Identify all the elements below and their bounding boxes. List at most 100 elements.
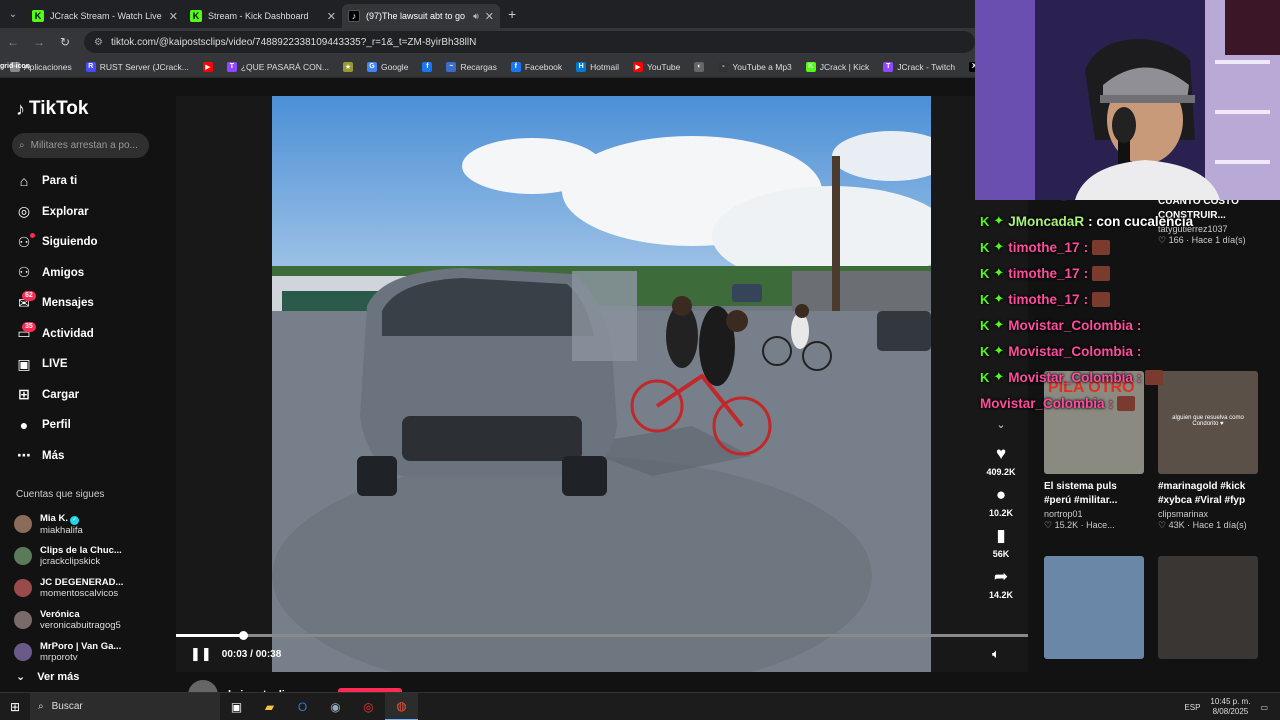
live-icon: ▣ bbox=[17, 355, 31, 372]
share-button[interactable]: ➦ 14.2K bbox=[980, 566, 1022, 600]
like-button[interactable]: ♥ 409.2K bbox=[980, 443, 1022, 477]
account-name-text: Clips de la Chuc... bbox=[40, 545, 122, 556]
outlook-icon[interactable]: O bbox=[286, 693, 319, 720]
address-input[interactable]: ⚙ tiktok.com/@kaipostsclips/video/748892… bbox=[84, 31, 975, 53]
nav-item-siguiendo[interactable]: ⚇ Siguiendo bbox=[16, 227, 166, 258]
tab-search-button[interactable]: ⌄ bbox=[0, 0, 26, 28]
video-thumbnail[interactable] bbox=[1044, 556, 1144, 659]
taskbar-search[interactable]: ⌕ Buscar bbox=[30, 692, 220, 720]
obs-icon[interactable]: ◎ bbox=[352, 693, 385, 720]
bookmark-item[interactable]: grid-icon Aplicaciones bbox=[0, 61, 72, 72]
bookmark-label: Hotmail bbox=[590, 61, 619, 72]
video-frame[interactable] bbox=[272, 96, 931, 672]
bookmark-item[interactable]: ★ bbox=[343, 61, 354, 72]
nav-item-explorar[interactable]: ◎ Explorar bbox=[16, 197, 166, 228]
nav-item-live[interactable]: ▣ LIVE bbox=[16, 349, 166, 380]
webcam-scene bbox=[975, 0, 1280, 200]
video-thumbnail[interactable] bbox=[1158, 556, 1258, 659]
stream-chat-overlay: K ✦ JMoncadaR: con cucalencia K ✦ timothe_17:… bbox=[980, 208, 1280, 416]
video-caption: #marinagold #kick #xybca #Viral #fyp bbox=[1158, 481, 1246, 506]
site-info-icon[interactable]: ⚙ bbox=[94, 37, 103, 48]
volume-icon[interactable]: 🔈︎ bbox=[992, 646, 1000, 662]
chrome-icon[interactable]: ◍ bbox=[385, 692, 418, 720]
nav-item-mensajes[interactable]: ✉ Mensajes 62 bbox=[16, 288, 166, 319]
tiktok-logo[interactable]: ♪ TikTok bbox=[16, 98, 88, 120]
clock[interactable]: 10:45 p. m. 8/08/2025 bbox=[1210, 697, 1250, 717]
following-account[interactable]: Clips de la Chuc... jcrackclipskick bbox=[14, 540, 164, 572]
bookmark-item[interactable]: T JCrack - Twitch bbox=[883, 61, 955, 72]
steam-icon[interactable]: ◉ bbox=[319, 693, 352, 720]
emote-icon bbox=[1092, 239, 1111, 255]
bookmark-item[interactable]: K JCrack | Kick bbox=[805, 61, 869, 72]
progress-bar[interactable] bbox=[176, 631, 1028, 640]
bookmark-icon: ▶ bbox=[202, 61, 213, 72]
browser-tab[interactable]: ♪ (97)The lawsuit abt to go c 🔊︎ ✕ bbox=[342, 4, 500, 28]
task-view-icon[interactable]: ▣ bbox=[220, 693, 253, 720]
following-account[interactable]: JC DEGENERAD... momentoscalvicos bbox=[14, 572, 164, 604]
chat-username: Movistar_Colombia bbox=[1008, 343, 1133, 359]
bookmark-item[interactable]: ▶ YouTube bbox=[632, 61, 680, 72]
video-card[interactable] bbox=[1044, 556, 1144, 659]
search-input[interactable]: ⌕ Militares arrestan a po... bbox=[12, 133, 149, 158]
bookmark-item[interactable]: - YouTube a Mp3 bbox=[718, 61, 792, 72]
bookmark-icon: ◐ bbox=[694, 61, 705, 72]
nav-item-amigos[interactable]: ⚇ Amigos bbox=[16, 258, 166, 289]
pause-icon[interactable]: ❚❚ bbox=[190, 646, 212, 662]
close-tab-icon[interactable]: ✕ bbox=[327, 10, 336, 23]
reload-icon[interactable]: ↻ bbox=[58, 35, 72, 49]
bookmark-item[interactable]: R RUST Server (JCrack... bbox=[85, 61, 189, 72]
nav-item-label: Cargar bbox=[42, 388, 80, 401]
sound-icon[interactable]: 🔊︎ bbox=[473, 11, 479, 22]
bookmark-item[interactable]: G Google bbox=[367, 61, 408, 72]
action-rail: ⌄ ♥ 409.2K ● 10.2K ▮ 56K ➦ 14.2K bbox=[980, 418, 1022, 607]
perfil-icon: ● bbox=[19, 417, 29, 434]
bookmark-icon: grid-icon bbox=[0, 61, 30, 72]
nav-item-para-ti[interactable]: ⌂ Para ti bbox=[16, 166, 166, 197]
file-explorer-icon[interactable]: ▰ bbox=[253, 693, 286, 720]
chat-username: timothe_17 bbox=[1008, 239, 1080, 255]
nav-item-cargar[interactable]: ⊞ Cargar bbox=[16, 380, 166, 411]
following-title: Cuentas que sigues bbox=[16, 489, 105, 500]
nav-item-actividad[interactable]: ▭ Actividad 35 bbox=[16, 319, 166, 350]
sub-badge-icon: ✦ bbox=[993, 291, 1005, 306]
search-icon: ⌕ bbox=[19, 140, 25, 151]
kick-badge-icon: K bbox=[980, 369, 990, 385]
video-card[interactable] bbox=[1158, 556, 1258, 659]
browser-tab[interactable]: K Stream - Kick Dashboard ✕ bbox=[184, 4, 342, 28]
account-name: MrPoro | Van Ga... bbox=[40, 641, 121, 652]
following-list: Mia K. ✓ miakhalifa Clips de la Chuc... jcra… bbox=[14, 508, 164, 668]
nav-item-perfil[interactable]: ● Perfil bbox=[16, 410, 166, 441]
comment-icon: ● bbox=[995, 485, 1007, 504]
language-indicator[interactable]: ESP bbox=[1184, 703, 1200, 712]
browser-tab[interactable]: K JCrack Stream - Watch Live on ✕ bbox=[26, 4, 184, 28]
chat-text: : bbox=[1108, 395, 1114, 411]
bookmark-item[interactable]: T ¿QUE PASARÁ CON... bbox=[226, 61, 329, 72]
following-account[interactable]: MrPoro | Van Ga... mrporotv bbox=[14, 636, 164, 668]
close-tab-icon[interactable]: ✕ bbox=[485, 10, 494, 23]
new-tab-button[interactable]: + bbox=[508, 6, 516, 22]
comment-button[interactable]: ● 10.2K bbox=[980, 484, 1022, 518]
windows-start-icon[interactable]: ⊞ bbox=[0, 700, 30, 714]
bookmark-button[interactable]: ▮ 56K bbox=[980, 525, 1022, 559]
system-tray: ESP 10:45 p. m. 8/08/2025 ▭ bbox=[1184, 693, 1268, 720]
bookmark-item[interactable]: H Hotmail bbox=[576, 61, 619, 72]
notifications-icon[interactable]: ▭ bbox=[1260, 703, 1268, 712]
nav-item-mas[interactable]: ⋯ Más bbox=[16, 441, 166, 472]
following-account[interactable]: Mia K. ✓ miakhalifa bbox=[14, 508, 164, 540]
back-icon[interactable]: ← bbox=[6, 35, 20, 49]
bookmark-item[interactable]: f Facebook bbox=[510, 61, 562, 72]
bookmark-item[interactable]: f bbox=[422, 61, 433, 72]
bookmark-item[interactable]: ▶ bbox=[202, 61, 213, 72]
following-account[interactable]: Verónica veronicabuitragog5 bbox=[14, 604, 164, 636]
see-more-link[interactable]: ⌄ Ver más bbox=[16, 670, 79, 684]
chevron-down-icon: ⌄ bbox=[16, 671, 26, 683]
bookmark-item[interactable]: ~ Recargas bbox=[446, 61, 497, 72]
account-handle: mrporotv bbox=[40, 652, 78, 663]
forward-icon[interactable]: → bbox=[32, 35, 46, 49]
share-count: 14.2K bbox=[988, 590, 1014, 600]
close-tab-icon[interactable]: ✕ bbox=[169, 10, 178, 23]
bookmark-item[interactable]: ◐ bbox=[694, 61, 705, 72]
time-display: 00:03 / 00:38 bbox=[221, 648, 282, 660]
scroll-down-icon[interactable]: ⌄ bbox=[980, 418, 1022, 431]
progress-fill bbox=[176, 634, 244, 637]
